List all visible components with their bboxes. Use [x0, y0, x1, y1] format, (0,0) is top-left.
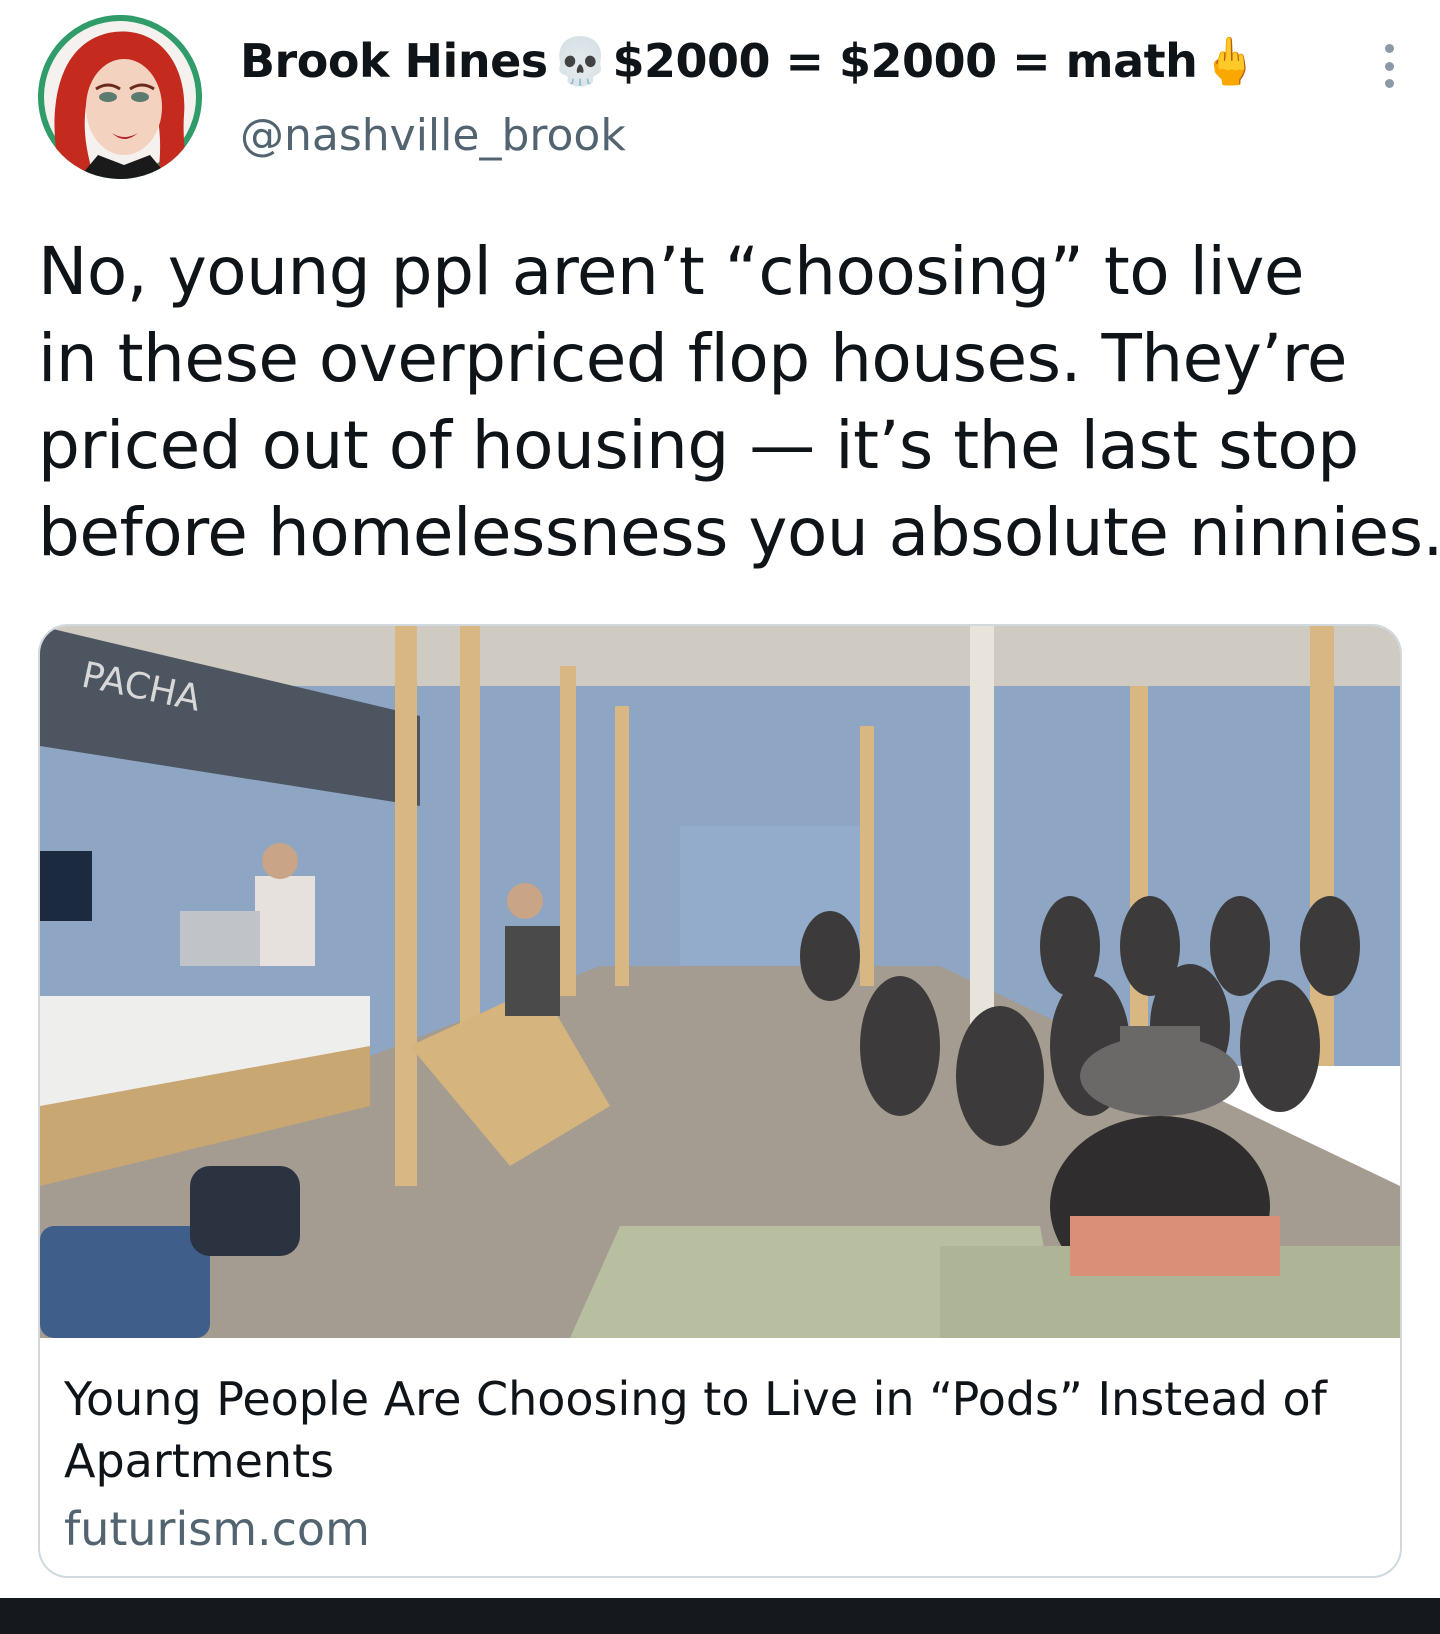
link-preview-image[interactable]: PACHA [40, 626, 1400, 1338]
author-avatar[interactable] [38, 15, 202, 179]
skull-icon: 💀 [551, 33, 609, 88]
pod-room-photo: PACHA [40, 626, 1400, 1338]
more-dot [1384, 61, 1394, 71]
more-dot [1384, 79, 1394, 88]
middle-finger-icon: 🖕 [1201, 33, 1259, 88]
tweet-text: No, young ppl aren’t “choosing” to live … [38, 228, 1440, 576]
link-preview-meta: Young People Are Choosing to Live in “Po… [64, 1368, 1376, 1560]
link-preview-domain: futurism.com [64, 1502, 370, 1556]
link-preview-title: Young People Are Choosing to Live in “Po… [64, 1368, 1376, 1492]
avatar-image [38, 15, 202, 179]
author-name-suffix: $2000 = $2000 = math [612, 34, 1198, 88]
link-preview-title-line: Young People Are Choosing to Live in “Po… [64, 1372, 1327, 1426]
author-handle[interactable]: @nashville_brook [240, 110, 626, 161]
tweet-text-line: No, young ppl aren’t “choosing” to live [38, 233, 1304, 310]
bottom-bar [0, 1598, 1440, 1634]
more-dot [1384, 44, 1394, 53]
more-vertical-icon[interactable] [1382, 44, 1396, 88]
tweet-text-line: before homelessness you absolute ninnies… [38, 494, 1440, 571]
author-name-row[interactable]: Brook Hines 💀 $2000 = $2000 = math 🖕 [240, 30, 1262, 92]
link-preview-card[interactable]: PACHA Young People Are Choosing to Live … [38, 624, 1402, 1578]
link-preview-title-line: Apartments [64, 1434, 335, 1488]
tweet-text-line: in these overpriced flop houses. They’re [38, 320, 1348, 397]
tweet-text-line: priced out of housing — it’s the last st… [38, 407, 1359, 484]
author-display-name: Brook Hines [240, 34, 548, 88]
